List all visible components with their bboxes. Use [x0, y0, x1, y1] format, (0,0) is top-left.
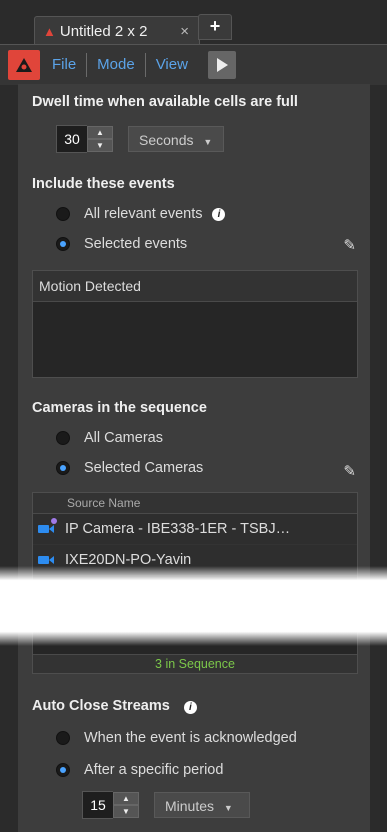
- period-value[interactable]: 15: [82, 791, 113, 819]
- play-icon: [216, 58, 228, 72]
- period-unit-select[interactable]: Minutes ▼: [154, 792, 250, 818]
- dwell-stepper[interactable]: 30 ▲ ▼: [56, 125, 113, 153]
- edit-events-pencil-icon[interactable]: ✎: [343, 236, 356, 254]
- dwell-decrement-button[interactable]: ▼: [87, 139, 113, 152]
- table-row[interactable]: IP Camera - IBE338-1ER - TSBJ…: [33, 514, 357, 545]
- auto-close-period-label: After a specific period: [84, 762, 224, 778]
- camera-icon: [33, 555, 59, 565]
- events-list: Motion Detected: [32, 270, 358, 378]
- events-list-item[interactable]: Motion Detected: [33, 271, 357, 302]
- auto-close-title: Auto Close Streams i: [32, 698, 197, 714]
- dwell-title: Dwell time when available cells are full: [32, 94, 298, 110]
- cameras-all-label: All Cameras: [84, 430, 163, 446]
- tab-strip: ▲ Untitled 2 x 2 × +: [0, 0, 387, 45]
- events-selected-label: Selected events: [84, 236, 188, 252]
- cameras-title: Cameras in the sequence: [32, 400, 207, 416]
- cameras-selected-radio[interactable]: [56, 461, 70, 475]
- dwell-value[interactable]: 30: [56, 125, 87, 153]
- events-selected-radio[interactable]: [56, 237, 70, 251]
- dwell-unit-label: Seconds: [139, 132, 194, 148]
- auto-close-ack-option[interactable]: When the event is acknowledged: [56, 730, 297, 746]
- camera-name: IP Camera - IBE338-1ER - TSBJ…: [65, 521, 291, 537]
- cameras-selected-option[interactable]: Selected Cameras: [56, 460, 203, 476]
- events-title: Include these events: [32, 176, 175, 192]
- period-increment-button[interactable]: ▲: [113, 792, 139, 805]
- cameras-all-radio[interactable]: [56, 431, 70, 445]
- dwell-increment-button[interactable]: ▲: [87, 126, 113, 139]
- period-decrement-button[interactable]: ▼: [113, 805, 139, 818]
- chevron-down-icon: ▼: [203, 137, 213, 147]
- play-button[interactable]: [207, 51, 236, 79]
- period-unit-label: Minutes: [165, 798, 215, 814]
- events-all-radio[interactable]: [56, 207, 70, 221]
- auto-close-period-option[interactable]: After a specific period: [56, 762, 223, 778]
- tab-close-button[interactable]: ×: [180, 23, 189, 40]
- tab-untitled[interactable]: ▲ Untitled 2 x 2 ×: [34, 16, 200, 45]
- column-header-source-name[interactable]: Source Name: [33, 493, 357, 514]
- status-dot: [51, 518, 57, 524]
- auto-close-title-text: Auto Close Streams: [32, 698, 170, 714]
- chevron-down-icon: ▼: [223, 803, 233, 813]
- menu-file[interactable]: File: [40, 53, 86, 77]
- edit-cameras-pencil-icon[interactable]: ✎: [343, 462, 356, 480]
- new-tab-button[interactable]: +: [198, 14, 232, 40]
- menu-mode[interactable]: Mode: [86, 53, 145, 77]
- events-selected-option[interactable]: Selected events: [56, 236, 187, 252]
- cameras-selected-label: Selected Cameras: [84, 460, 204, 476]
- warning-icon: ▲: [43, 23, 56, 39]
- app-logo-icon[interactable]: [8, 50, 40, 80]
- menu-bar: File Mode View: [0, 44, 387, 85]
- sequence-count: 3 in Sequence: [33, 654, 357, 673]
- info-icon[interactable]: i: [183, 701, 197, 714]
- events-all-option[interactable]: All relevant events i: [56, 206, 226, 222]
- camera-icon: [33, 518, 59, 534]
- glare-overlay: [0, 566, 387, 646]
- info-icon[interactable]: i: [212, 207, 226, 221]
- menu-view[interactable]: View: [144, 53, 198, 77]
- events-all-label: All relevant events: [84, 206, 203, 222]
- period-stepper[interactable]: 15 ▲ ▼: [82, 791, 139, 819]
- cameras-all-option[interactable]: All Cameras: [56, 430, 163, 446]
- auto-close-period-radio[interactable]: [56, 763, 70, 777]
- tab-title: Untitled 2 x 2: [59, 22, 148, 40]
- auto-close-ack-label: When the event is acknowledged: [84, 730, 297, 746]
- auto-close-ack-radio[interactable]: [56, 731, 70, 745]
- dwell-unit-select[interactable]: Seconds ▼: [128, 126, 224, 152]
- sequence-settings-panel: Dwell time when available cells are full…: [18, 84, 370, 832]
